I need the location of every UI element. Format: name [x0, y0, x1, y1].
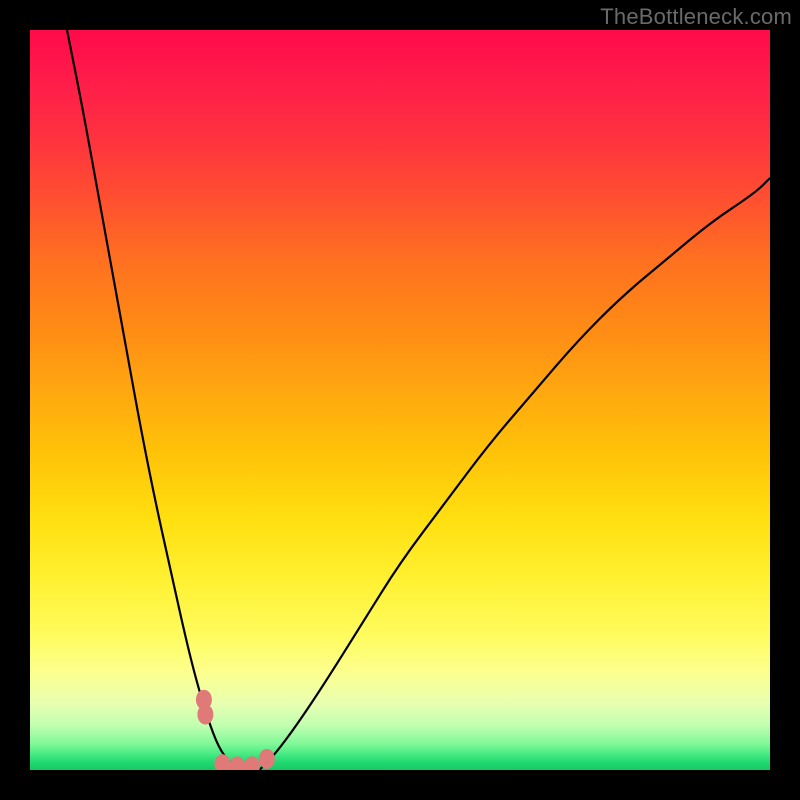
highlight-dot	[214, 754, 230, 770]
highlight-dot	[244, 756, 260, 770]
curve-left-branch	[67, 30, 237, 770]
curve-right-branch	[259, 178, 770, 770]
highlight-dot	[259, 749, 275, 769]
highlight-dot	[229, 756, 245, 770]
highlight-dots	[196, 690, 275, 770]
curve-layer	[30, 30, 770, 770]
highlight-dot	[197, 705, 213, 725]
watermark-text: TheBottleneck.com	[600, 4, 792, 30]
chart-frame: TheBottleneck.com	[0, 0, 800, 800]
plot-area	[30, 30, 770, 770]
